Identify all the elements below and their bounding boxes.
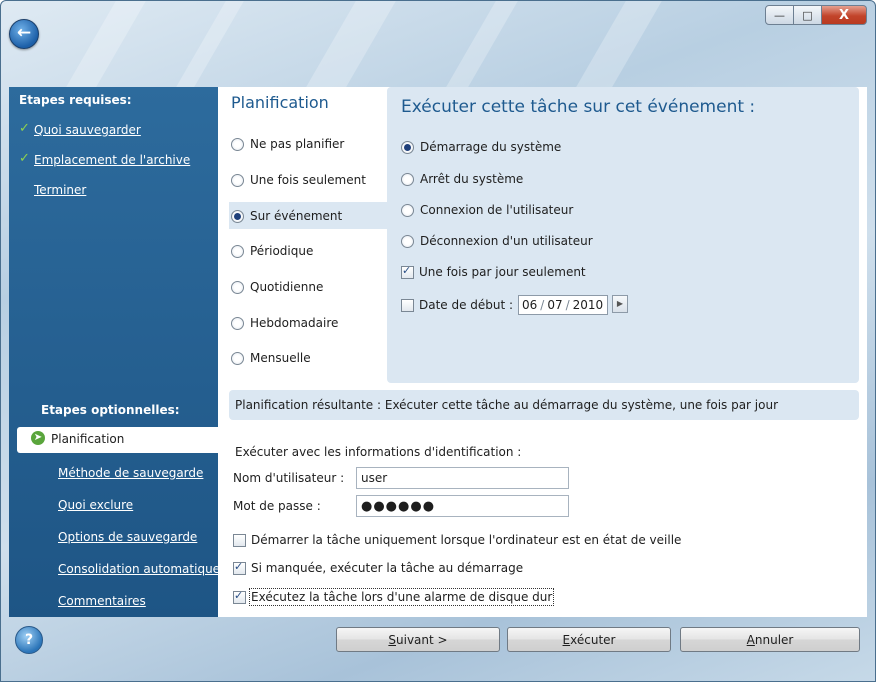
cancel-button[interactable]: Annuler bbox=[680, 627, 860, 652]
radio-user-logoff[interactable]: Déconnexion d'un utilisateur bbox=[401, 234, 593, 248]
checkbox-icon bbox=[233, 560, 246, 575]
radio-circle-icon bbox=[231, 280, 244, 294]
wizard-steps-sidebar: Etapes requises: ✓ Quoi sauvegarder ✓ Em… bbox=[9, 87, 220, 617]
radio-system-shutdown[interactable]: Arrêt du système bbox=[401, 172, 523, 186]
radio-circle-icon bbox=[231, 137, 244, 151]
run-button[interactable]: Exécuter bbox=[507, 627, 671, 652]
event-panel-title: Exécuter cette tâche sur cet événement : bbox=[401, 97, 756, 117]
resulting-schedule-bar: Planification résultante : Exécuter cett… bbox=[229, 390, 859, 420]
radio-daily[interactable]: Quotidienne bbox=[231, 280, 323, 294]
checkbox-start-date[interactable]: Date de début : bbox=[401, 298, 513, 312]
step-what-to-back-up[interactable]: Quoi sauvegarder bbox=[34, 123, 141, 137]
radio-circle-icon bbox=[231, 244, 244, 258]
event-panel: Exécuter cette tâche sur cet événement :… bbox=[387, 87, 859, 383]
radio-weekly[interactable]: Hebdomadaire bbox=[231, 316, 338, 330]
password-label: Mot de passe : bbox=[233, 499, 321, 513]
radio-circle-icon bbox=[231, 209, 244, 223]
radio-circle-icon bbox=[401, 234, 414, 248]
checkbox-once-per-day[interactable]: Une fois par jour seulement bbox=[401, 264, 586, 279]
close-button[interactable]: X bbox=[822, 5, 867, 25]
radio-monthly[interactable]: Mensuelle bbox=[231, 351, 311, 365]
radio-circle-icon bbox=[401, 172, 414, 186]
checkbox-disk-alarm[interactable]: Exécutez la tâche lors d'une alarme de d… bbox=[233, 588, 555, 606]
radio-system-startup[interactable]: Démarrage du système bbox=[401, 140, 561, 154]
date-year[interactable]: 2010 bbox=[573, 298, 604, 312]
maximize-button[interactable]: □ bbox=[794, 5, 822, 25]
date-day[interactable]: 06 bbox=[522, 298, 537, 312]
next-button[interactable]: Suivant > bbox=[336, 627, 500, 652]
radio-circle-icon bbox=[231, 351, 244, 365]
step-comments[interactable]: Commentaires bbox=[58, 594, 146, 608]
optional-steps-heading: Etapes optionnelles: bbox=[41, 403, 180, 417]
radio-circle-icon bbox=[401, 140, 414, 154]
resulting-schedule-text: Exécuter cette tâche au démarrage du sys… bbox=[384, 398, 779, 412]
start-date-field[interactable]: 06/ 07/ 2010 bbox=[518, 295, 608, 315]
radio-no-schedule[interactable]: Ne pas planifier bbox=[231, 137, 344, 151]
radio-circle-icon bbox=[401, 203, 414, 217]
step-finish[interactable]: Terminer bbox=[34, 183, 86, 197]
client-area: Etapes requises: ✓ Quoi sauvegarder ✓ Em… bbox=[9, 87, 867, 617]
checkbox-idle-only[interactable]: Démarrer la tâche uniquement lorsque l'o… bbox=[233, 533, 681, 547]
date-month[interactable]: 07 bbox=[547, 298, 562, 312]
radio-once[interactable]: Une fois seulement bbox=[231, 173, 366, 187]
checkbox-icon bbox=[401, 264, 414, 279]
step-what-to-exclude[interactable]: Quoi exclure bbox=[58, 498, 133, 512]
required-steps-heading: Etapes requises: bbox=[19, 93, 132, 107]
radio-user-logon[interactable]: Connexion de l'utilisateur bbox=[401, 203, 573, 217]
back-arrow-icon[interactable]: ← bbox=[9, 19, 39, 49]
password-input[interactable]: ●●●●●● bbox=[356, 495, 569, 517]
check-icon: ✓ bbox=[19, 151, 30, 166]
minimize-button[interactable]: — bbox=[765, 5, 794, 25]
step-archive-location[interactable]: Emplacement de l'archive bbox=[34, 153, 190, 167]
title-bar: ← — □ X bbox=[1, 1, 875, 87]
checkbox-icon bbox=[401, 298, 414, 312]
help-icon[interactable]: ? bbox=[15, 626, 43, 654]
checkbox-icon bbox=[233, 589, 246, 604]
step-scheduling-selected[interactable]: ➤ Planification bbox=[17, 427, 218, 453]
check-icon: ✓ bbox=[19, 121, 30, 136]
step-backup-options[interactable]: Options de sauvegarde bbox=[58, 530, 197, 544]
radio-periodic[interactable]: Périodique bbox=[231, 244, 313, 258]
checkbox-run-if-missed[interactable]: Si manquée, exécuter la tâche au démarra… bbox=[233, 560, 523, 575]
step-scheduling-label: Planification bbox=[51, 432, 125, 446]
scheduling-title: Planification bbox=[231, 93, 329, 112]
username-label: Nom d'utilisateur : bbox=[233, 471, 345, 485]
step-backup-method[interactable]: Méthode de sauvegarde bbox=[58, 466, 203, 480]
credentials-heading: Exécuter avec les informations d'identif… bbox=[235, 445, 522, 459]
date-picker-arrow-icon[interactable]: ▶ bbox=[612, 295, 628, 313]
radio-circle-icon bbox=[231, 173, 244, 187]
step-auto-consolidation[interactable]: Consolidation automatique bbox=[58, 562, 220, 576]
resulting-schedule-label: Planification résultante : bbox=[235, 398, 382, 412]
window-controls: — □ X bbox=[765, 5, 867, 25]
wizard-footer: ? Suivant > Exécuter Annuler bbox=[1, 617, 875, 683]
wizard-window: ← — □ X Etapes requises: ✓ Quoi sauvegar… bbox=[0, 0, 876, 682]
radio-on-event[interactable]: Sur événement bbox=[231, 209, 342, 223]
checkbox-icon bbox=[233, 533, 246, 547]
username-input[interactable]: user bbox=[356, 467, 569, 489]
arrow-right-icon: ➤ bbox=[31, 431, 45, 445]
radio-circle-icon bbox=[231, 316, 244, 330]
